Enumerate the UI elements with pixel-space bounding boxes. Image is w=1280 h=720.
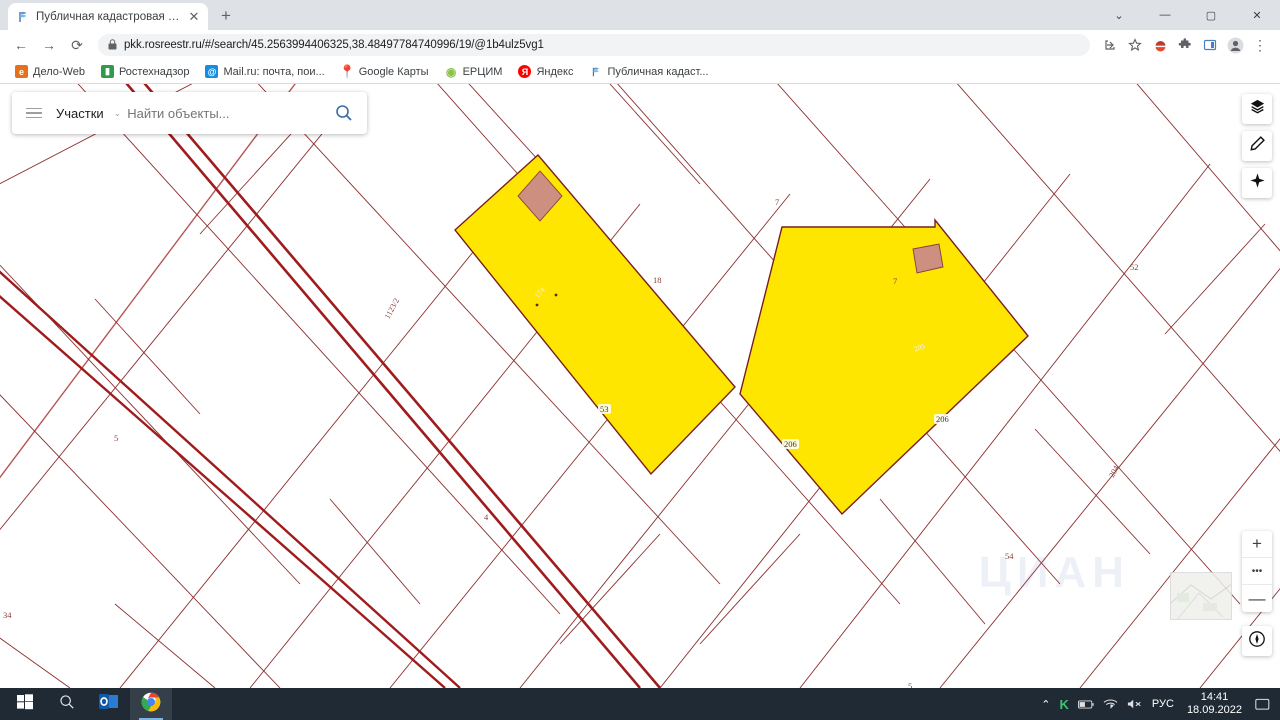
map-search-panel: Участки ⌄ [12, 92, 367, 134]
search-icon[interactable] [331, 100, 357, 126]
yandex-icon: Я [518, 65, 532, 78]
zoom-controls: + ••• — [1242, 531, 1272, 612]
select-tool-button[interactable] [1242, 168, 1272, 198]
tray-chevron-icon[interactable]: ⌃ [1041, 698, 1050, 711]
bookmark-label: Google Карты [358, 65, 429, 78]
hamburger-icon[interactable] [22, 101, 46, 125]
language-indicator[interactable]: РУС [1152, 698, 1174, 710]
map-viewport[interactable]: 7 18 7 52 1123/2 53 206 206 205 204 5 4 … [0, 84, 1280, 688]
map-right-toolbar [1242, 94, 1272, 198]
split-screen-icon[interactable] [1198, 33, 1222, 57]
bookmark-label: Публичная кадаст... [607, 65, 709, 78]
rosreestr-favicon-icon [16, 10, 30, 24]
maps-pin-icon: 📍 [339, 63, 356, 79]
tab-close-icon[interactable]: ✕ [186, 9, 202, 25]
bookmark-delo-web[interactable]: e Дело-Web [8, 63, 92, 80]
bookmark-label: Яндекс [536, 65, 574, 78]
zoom-more-button[interactable]: ••• [1242, 558, 1272, 585]
profile-avatar-icon[interactable] [1223, 33, 1247, 57]
bookmark-label: ЕРЦИМ [462, 65, 503, 78]
compass-icon [1248, 630, 1266, 653]
green-balloon-icon: ◉ [445, 64, 457, 79]
measure-tool-button[interactable] [1242, 131, 1272, 161]
layers-icon [1249, 98, 1266, 120]
toolbar-right-icons: ⋮ [1098, 33, 1272, 57]
browser-window: Публичная кадастровая карта ✕ + ⌄ — ▢ ✕ … [0, 0, 1280, 720]
lock-icon [108, 38, 117, 52]
chrome-icon [141, 692, 161, 717]
minimap-overview[interactable] [1170, 572, 1232, 620]
mailru-icon: @ [205, 65, 219, 78]
clock-date: 18.09.2022 [1186, 704, 1242, 716]
forward-button[interactable]: → [36, 32, 62, 58]
share-icon[interactable] [1098, 33, 1122, 57]
tab-title: Публичная кадастровая карта [36, 10, 180, 23]
bookmark-mailru[interactable]: @ Mail.ru: почта, пои... [198, 63, 331, 80]
chrome-button[interactable] [130, 688, 172, 720]
browser-toolbar: ← → ⟳ pkk.rosreestr.ru/#/search/45.25639… [0, 30, 1280, 60]
zoom-in-button[interactable]: + [1242, 531, 1272, 558]
window-chevron-button[interactable]: ⌄ [1096, 0, 1142, 30]
clock[interactable]: 14:41 18.09.2022 [1183, 691, 1246, 716]
kaspersky-icon[interactable]: K [1060, 697, 1069, 712]
object-type-label[interactable]: Участки [52, 106, 108, 121]
bookmark-google-maps[interactable]: 📍 Google Карты [334, 63, 436, 80]
window-maximize-button[interactable]: ▢ [1188, 0, 1234, 30]
search-icon [59, 694, 75, 715]
bookmark-yandex[interactable]: Я Яндекс [511, 63, 580, 80]
notification-icon[interactable] [1255, 698, 1270, 711]
pencil-icon [1249, 135, 1266, 157]
battery-icon[interactable] [1077, 699, 1094, 710]
outlook-icon [99, 693, 119, 716]
zoom-out-button[interactable]: — [1242, 585, 1272, 612]
bookmark-label: Ростехнадзор [118, 65, 190, 78]
wifi-icon[interactable] [1103, 698, 1118, 710]
bookmark-label: Дело-Web [33, 65, 85, 78]
volume-muted-icon[interactable] [1127, 698, 1143, 710]
bookmark-label: Mail.ru: почта, пои... [223, 65, 325, 78]
window-controls: ⌄ — ▢ ✕ [1096, 0, 1280, 30]
browser-tab[interactable]: Публичная кадастровая карта ✕ [8, 3, 208, 30]
bookmarks-bar: e Дело-Web ▮ Ростехнадзор @ Mail.ru: поч… [0, 60, 1280, 84]
url-text: pkk.rosreestr.ru/#/search/45.25639944063… [124, 39, 544, 51]
green-pin-icon: ▮ [100, 65, 114, 78]
compass-button[interactable] [1242, 626, 1272, 656]
bookmark-star-icon[interactable] [1123, 33, 1147, 57]
road-lines [0, 84, 661, 688]
chevron-down-icon[interactable]: ⌄ [114, 108, 122, 119]
rosreestr-icon [589, 65, 602, 78]
clock-time: 14:41 [1200, 691, 1229, 704]
tab-strip: Публичная кадастровая карта ✕ + ⌄ — ▢ ✕ [0, 0, 1280, 30]
extension-kaspersky-icon[interactable] [1148, 33, 1172, 57]
system-tray: ⌃ K РУС 14:41 18.09.2022 [1041, 691, 1276, 716]
windows-icon [17, 693, 33, 715]
e-icon: e [15, 65, 28, 78]
window-minimize-button[interactable]: — [1142, 0, 1188, 30]
windows-taskbar: ⌃ K РУС 14:41 18.09.2022 [0, 688, 1280, 720]
start-button[interactable] [4, 688, 46, 720]
extensions-puzzle-icon[interactable] [1173, 33, 1197, 57]
outlook-button[interactable] [88, 688, 130, 720]
bookmark-pkk[interactable]: Публичная кадаст... [582, 63, 715, 80]
new-tab-button[interactable]: + [212, 2, 240, 30]
address-bar[interactable]: pkk.rosreestr.ru/#/search/45.25639944063… [98, 34, 1090, 56]
selected-parcel-206 [739, 218, 1029, 516]
cadastral-map-canvas[interactable] [0, 84, 1280, 688]
reload-button[interactable]: ⟳ [64, 32, 90, 58]
bookmark-ercim[interactable]: ◉ ЕРЦИМ [438, 63, 510, 80]
chrome-menu-icon[interactable]: ⋮ [1248, 33, 1272, 57]
search-input[interactable] [127, 105, 325, 121]
layers-tool-button[interactable] [1242, 94, 1272, 124]
window-close-button[interactable]: ✕ [1234, 0, 1280, 30]
search-button[interactable] [46, 688, 88, 720]
bookmark-rostehnadzor[interactable]: ▮ Ростехнадзор [94, 63, 197, 80]
sparkle-icon [1249, 172, 1266, 194]
back-button[interactable]: ← [8, 32, 34, 58]
